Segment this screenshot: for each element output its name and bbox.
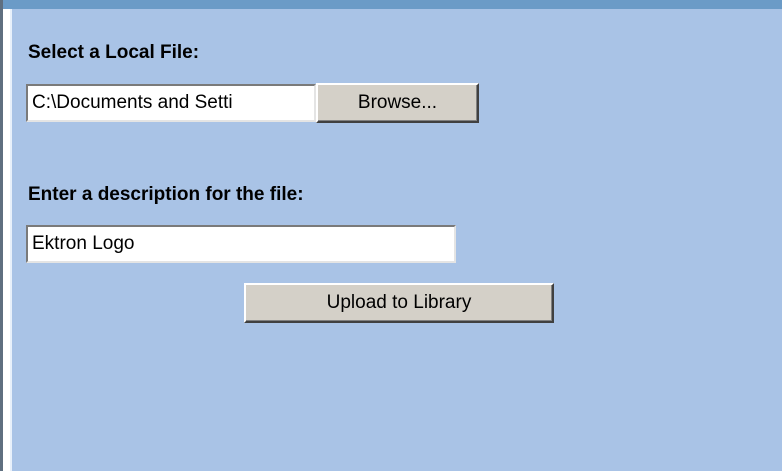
browse-button[interactable]: Browse... — [316, 83, 479, 123]
description-label: Enter a description for the file: — [28, 184, 304, 205]
file-path-input[interactable]: C:\Documents and Setti — [26, 84, 316, 122]
description-input[interactable]: Ektron Logo — [26, 225, 456, 263]
frame-gap — [3, 9, 10, 471]
window-top-bar — [0, 0, 782, 9]
upload-to-library-button[interactable]: Upload to Library — [244, 283, 554, 323]
select-file-label: Select a Local File: — [28, 42, 200, 63]
